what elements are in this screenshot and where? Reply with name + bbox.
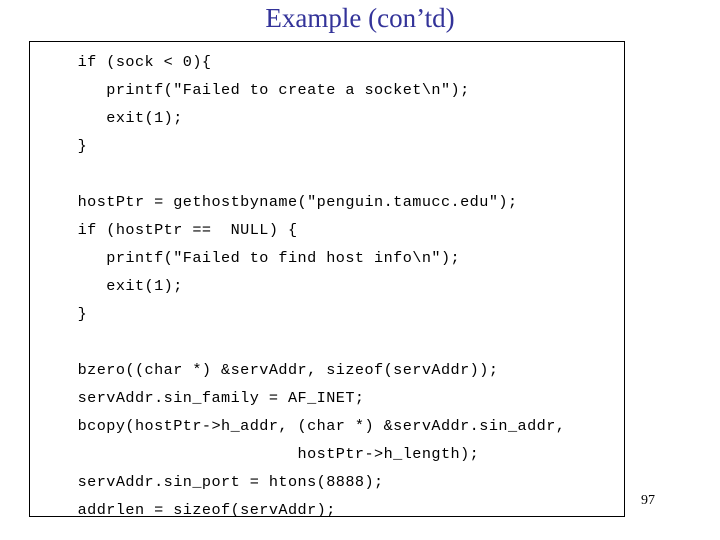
code-listing: if (sock < 0){ printf("Failed to create …	[68, 48, 565, 524]
code-line: bcopy(hostPtr->h_addr, (char *) &servAdd…	[68, 417, 566, 435]
code-line: servAddr.sin_port = htons(8888);	[68, 473, 384, 491]
code-line: exit(1);	[68, 277, 183, 295]
code-line: printf("Failed to create a socket\n");	[68, 81, 470, 99]
code-line: bzero((char *) &servAddr, sizeof(servAdd…	[68, 361, 499, 379]
code-line: servAddr.sin_family = AF_INET;	[68, 389, 365, 407]
slide-canvas: Example (con’td) if (sock < 0){ printf("…	[0, 0, 720, 540]
code-line: }	[68, 137, 88, 155]
code-line: }	[68, 305, 88, 323]
code-line: hostPtr = gethostbyname("penguin.tamucc.…	[68, 193, 518, 211]
page-title: Example (con’td)	[265, 3, 455, 33]
code-line: hostPtr->h_length);	[68, 445, 480, 463]
code-line: if (hostPtr == NULL) {	[68, 221, 298, 239]
code-line: addrlen = sizeof(servAddr);	[68, 501, 336, 519]
code-line: exit(1);	[68, 109, 183, 127]
code-block-container: if (sock < 0){ printf("Failed to create …	[29, 41, 625, 519]
code-line: printf("Failed to find host info\n");	[68, 249, 461, 267]
code-line: if (sock < 0){	[68, 53, 212, 71]
page-number: 97	[641, 493, 655, 508]
